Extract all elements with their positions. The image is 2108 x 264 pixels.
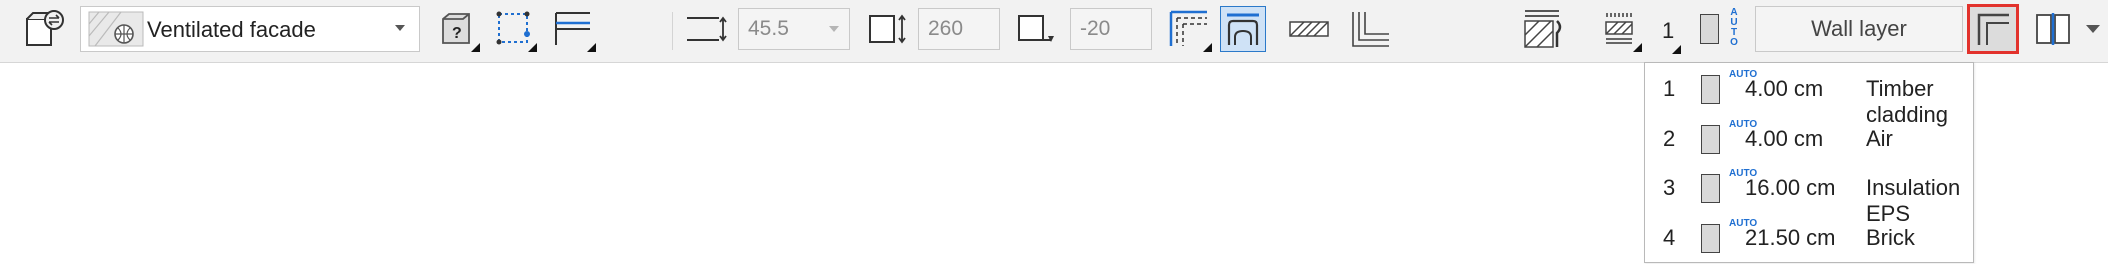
corner-indicator <box>587 43 596 52</box>
list-item[interactable]: 3 AUTO 16.00 cm Insulation EPS <box>1645 163 1973 227</box>
material-swatch-icon <box>1701 75 1720 104</box>
corner-indicator <box>471 43 480 52</box>
wall-layer-dropdown: 1 AUTO 4.00 cm Timber cladding 2 AUTO 4.… <box>1644 62 1974 263</box>
auto-label: AUTO <box>1729 218 1758 229</box>
layer-outline-icon[interactable] <box>1166 6 1212 52</box>
help-icon[interactable]: ? <box>434 6 480 52</box>
material-swatch-icon <box>1701 174 1720 203</box>
auto-label: AUTO <box>1729 119 1758 130</box>
layer-list-icon[interactable] <box>1596 6 1642 52</box>
layer-thickness: 16.00 cm <box>1745 175 1836 200</box>
thickness-field[interactable]: 260 <box>918 8 1000 50</box>
offset-field[interactable]: -20 <box>1070 8 1152 50</box>
material-swatch-icon <box>1701 224 1720 253</box>
layer-thickness: 4.00 cm <box>1745 126 1824 151</box>
toolbar: Ventilated facade ? 45.5 260 -20 1 AUTO … <box>0 0 2108 63</box>
corner-indicator <box>1633 43 1642 52</box>
layer-number: 4 <box>1663 225 1676 250</box>
selection-frame-icon[interactable] <box>491 6 537 52</box>
wall-type-dropdown[interactable]: Ventilated facade <box>80 6 420 52</box>
wall-type-preview-icon <box>88 11 144 47</box>
layer-number: 3 <box>1663 175 1676 200</box>
hatch-icon[interactable] <box>1286 6 1332 52</box>
layer-thickness: 4.00 cm <box>1745 76 1824 101</box>
offset-icon[interactable] <box>1014 6 1060 52</box>
auto-label: AUTO <box>1729 69 1758 80</box>
layer-number: 1 <box>1663 76 1676 101</box>
corner-indicator <box>1672 45 1681 54</box>
thickness-value: 260 <box>928 17 964 40</box>
layer-number: 2 <box>1663 126 1676 151</box>
height-field[interactable]: 45.5 <box>738 8 850 50</box>
wall-type-label: Ventilated facade <box>147 17 316 42</box>
wall-axis-icon[interactable] <box>550 6 596 52</box>
wall-layer-button[interactable]: Wall layer <box>1755 6 1963 52</box>
auto-label[interactable]: AUTO <box>1728 8 1740 48</box>
thickness-icon <box>866 6 912 52</box>
auto-label: AUTO <box>1729 168 1758 179</box>
layer-thickness: 21.50 cm <box>1745 225 1836 250</box>
layer-name: Brick <box>1866 225 1915 250</box>
corner-indicator <box>1203 43 1212 52</box>
material-swatch-icon <box>1701 125 1720 154</box>
list-item[interactable]: 2 AUTO 4.00 cm Air <box>1645 114 1973 164</box>
list-item[interactable]: 4 AUTO 21.50 cm Brick <box>1645 213 1973 263</box>
height-value: 45.5 <box>748 17 789 40</box>
layer-name: Air <box>1866 126 1893 151</box>
split-layers-icon[interactable] <box>2030 6 2076 52</box>
layer-number: 1 <box>1662 18 1675 43</box>
separator <box>672 12 673 50</box>
profile-toggle-button[interactable] <box>1220 6 1266 52</box>
corner-join-icon[interactable] <box>1348 6 1394 52</box>
chevron-down-icon <box>829 26 839 32</box>
list-item[interactable]: 1 AUTO 4.00 cm Timber cladding <box>1645 64 1973 128</box>
height-icon <box>684 6 730 52</box>
svg-text:?: ? <box>452 25 462 42</box>
corner-indicator <box>528 43 537 52</box>
material-swatch-icon[interactable] <box>1700 14 1719 44</box>
layer-order-button[interactable] <box>1967 4 2019 54</box>
material-tools-icon[interactable] <box>1520 6 1566 52</box>
wall-settings-icon[interactable] <box>20 6 66 52</box>
chevron-down-icon <box>395 25 405 31</box>
offset-value: -20 <box>1080 17 1111 40</box>
toolbar-overflow-chevron-icon[interactable] <box>2086 25 2100 33</box>
